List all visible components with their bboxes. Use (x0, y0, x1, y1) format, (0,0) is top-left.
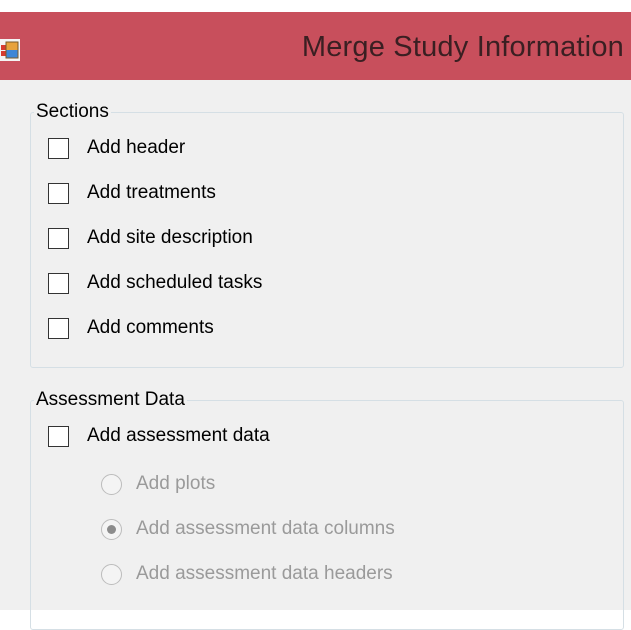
add-assessment-data-columns-option[interactable]: Add assessment data columns (101, 514, 395, 544)
add-assessment-data-headers-option[interactable]: Add assessment data headers (101, 559, 393, 589)
add-comments-label[interactable]: Add comments (87, 317, 214, 339)
add-assessment-data-headers-label[interactable]: Add assessment data headers (136, 563, 393, 585)
add-scheduled-tasks-label[interactable]: Add scheduled tasks (87, 272, 262, 294)
add-header-checkbox[interactable] (48, 137, 69, 159)
add-site-description-label[interactable]: Add site description (87, 227, 253, 249)
assessment-data-group-label: Assessment Data (34, 388, 187, 412)
add-scheduled-tasks-checkbox[interactable] (48, 272, 69, 294)
sections-group-label: Sections (34, 100, 111, 124)
add-assessment-data-columns-radio[interactable] (101, 518, 122, 540)
add-comments-option[interactable]: Add comments (48, 313, 214, 343)
add-assessment-data-headers-radio[interactable] (101, 563, 122, 585)
add-header-label[interactable]: Add header (87, 137, 185, 159)
add-site-description-checkbox[interactable] (48, 227, 69, 249)
add-plots-radio[interactable] (101, 473, 122, 495)
add-comments-checkbox[interactable] (48, 317, 69, 339)
dialog-client-area: Sections Add header Add treatments Add s… (0, 80, 631, 630)
add-plots-label[interactable]: Add plots (136, 473, 215, 495)
add-assessment-data-option[interactable]: Add assessment data (48, 421, 270, 451)
add-assessment-data-label[interactable]: Add assessment data (87, 425, 270, 447)
add-treatments-option[interactable]: Add treatments (48, 178, 216, 208)
add-scheduled-tasks-option[interactable]: Add scheduled tasks (48, 268, 262, 298)
add-site-description-option[interactable]: Add site description (48, 223, 253, 253)
window-title: Merge Study Information (301, 31, 624, 63)
add-treatments-checkbox[interactable] (48, 182, 69, 204)
add-assessment-data-checkbox[interactable] (48, 425, 69, 447)
sections-groupbox: Sections Add header Add treatments Add s… (30, 100, 624, 368)
add-assessment-data-columns-label[interactable]: Add assessment data columns (136, 518, 395, 540)
assessment-data-groupbox: Assessment Data Add assessment data Add … (30, 388, 624, 630)
app-window-icon[interactable] (0, 39, 20, 61)
title-bar[interactable]: Merge Study Information (0, 12, 631, 80)
add-treatments-label[interactable]: Add treatments (87, 182, 216, 204)
add-plots-option[interactable]: Add plots (101, 469, 215, 499)
add-header-option[interactable]: Add header (48, 133, 185, 163)
merge-study-information-window: Merge Study Information Sections Add hea… (0, 0, 631, 630)
